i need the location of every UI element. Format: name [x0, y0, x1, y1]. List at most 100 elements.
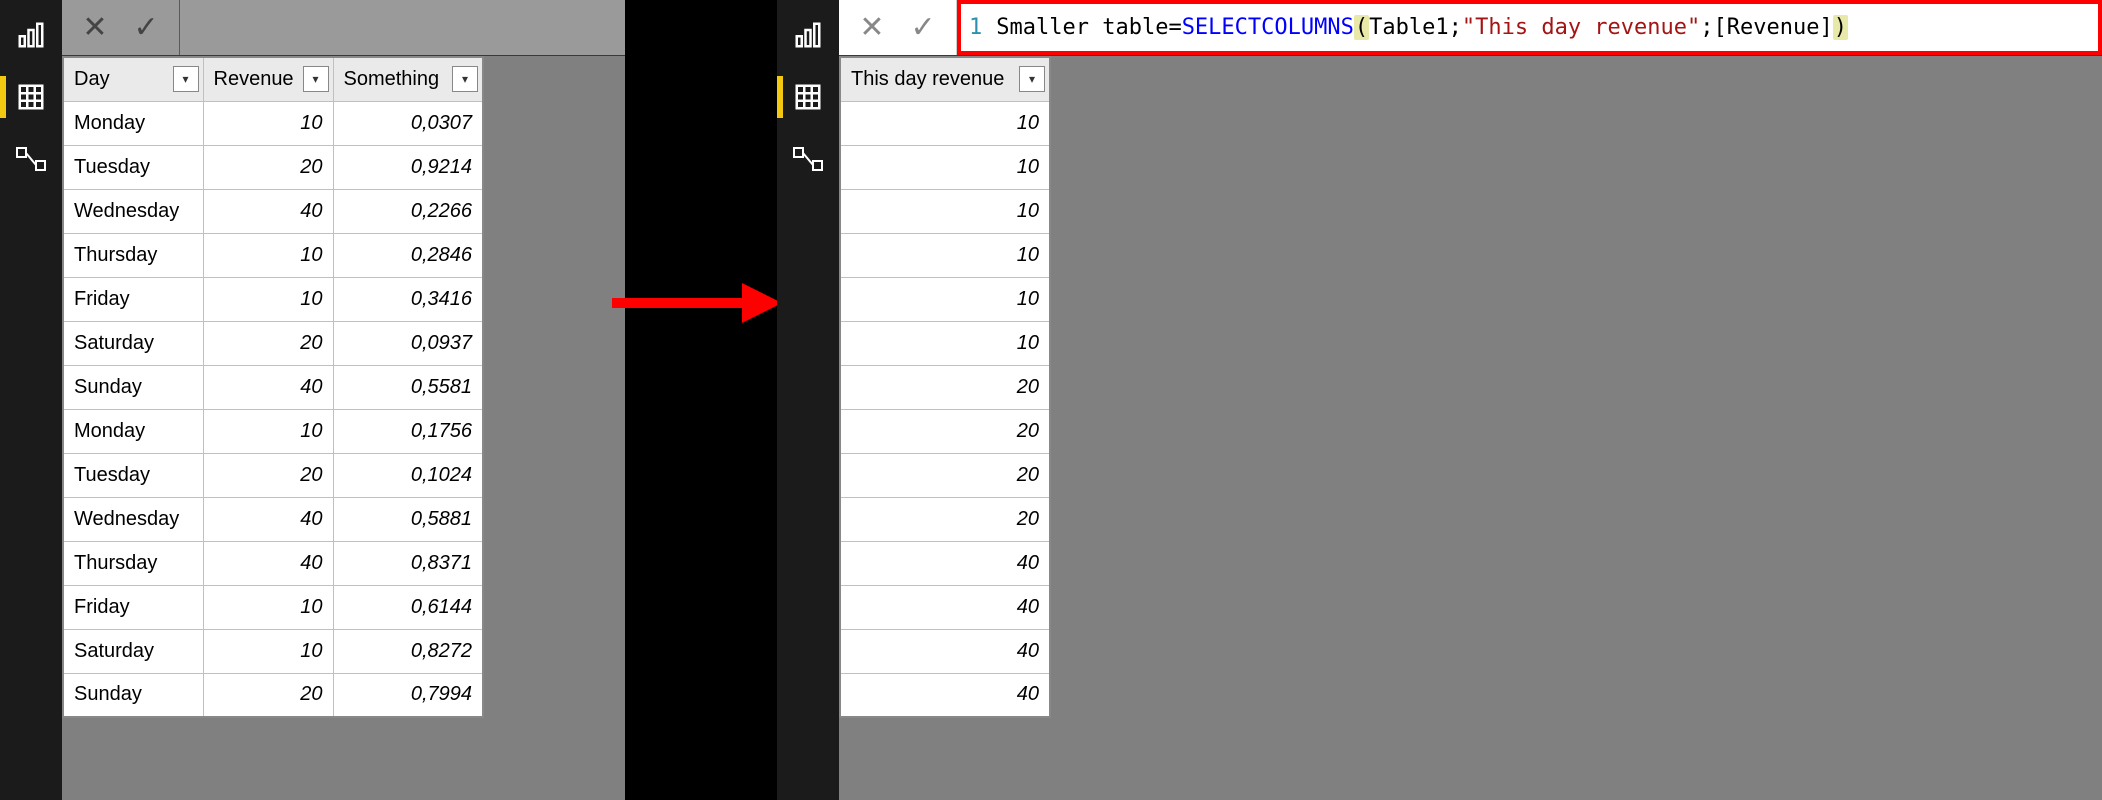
table-row[interactable]: 10	[840, 233, 1050, 277]
column-dropdown-icon[interactable]: ▾	[303, 66, 329, 92]
table-row[interactable]: 10	[840, 321, 1050, 365]
data-view-icon[interactable]	[14, 80, 48, 114]
table-row[interactable]: 40	[840, 629, 1050, 673]
table-row[interactable]: Wednesday400,2266	[63, 189, 483, 233]
formula-commit-icon[interactable]: ✓	[911, 13, 936, 43]
cell-revenue[interactable]: 20	[203, 145, 333, 189]
cell-this-day-revenue[interactable]: 10	[840, 189, 1050, 233]
model-view-icon[interactable]	[791, 142, 825, 176]
model-view-icon[interactable]	[14, 142, 48, 176]
cell-something[interactable]: 0,8272	[333, 629, 483, 673]
cell-this-day-revenue[interactable]: 40	[840, 541, 1050, 585]
report-view-icon[interactable]	[791, 18, 825, 52]
cell-this-day-revenue[interactable]: 40	[840, 629, 1050, 673]
table-row[interactable]: 10	[840, 277, 1050, 321]
cell-day[interactable]: Thursday	[63, 541, 203, 585]
table-row[interactable]: Saturday100,8272	[63, 629, 483, 673]
cell-something[interactable]: 0,2266	[333, 189, 483, 233]
cell-this-day-revenue[interactable]: 20	[840, 409, 1050, 453]
table-row[interactable]: 10	[840, 145, 1050, 189]
table-row[interactable]: Sunday400,5581	[63, 365, 483, 409]
cell-revenue[interactable]: 40	[203, 189, 333, 233]
cell-day[interactable]: Monday	[63, 101, 203, 145]
left-data-table[interactable]: Day▾Revenue▾Something▾ Monday100,0307Tue…	[62, 56, 484, 718]
table-row[interactable]: Thursday100,2846	[63, 233, 483, 277]
column-dropdown-icon[interactable]: ▾	[452, 66, 478, 92]
cell-something[interactable]: 0,3416	[333, 277, 483, 321]
cell-this-day-revenue[interactable]: 40	[840, 673, 1050, 717]
table-row[interactable]: Tuesday200,1024	[63, 453, 483, 497]
column-header[interactable]: Revenue▾	[203, 57, 333, 101]
cell-this-day-revenue[interactable]: 20	[840, 365, 1050, 409]
cell-something[interactable]: 0,0307	[333, 101, 483, 145]
cell-revenue[interactable]: 40	[203, 497, 333, 541]
cell-revenue[interactable]: 20	[203, 453, 333, 497]
table-row[interactable]: Thursday400,8371	[63, 541, 483, 585]
cell-day[interactable]: Sunday	[63, 365, 203, 409]
table-row[interactable]: 40	[840, 673, 1050, 717]
column-header[interactable]: Something▾	[333, 57, 483, 101]
cell-this-day-revenue[interactable]: 20	[840, 497, 1050, 541]
formula-input-empty[interactable]	[180, 0, 625, 55]
cell-day[interactable]: Saturday	[63, 629, 203, 673]
cell-this-day-revenue[interactable]: 10	[840, 321, 1050, 365]
table-row[interactable]: Wednesday400,5881	[63, 497, 483, 541]
table-row[interactable]: 20	[840, 497, 1050, 541]
column-header[interactable]: Day▾	[63, 57, 203, 101]
cell-revenue[interactable]: 10	[203, 233, 333, 277]
column-header[interactable]: This day revenue▾	[840, 57, 1050, 101]
cell-day[interactable]: Saturday	[63, 321, 203, 365]
cell-something[interactable]: 0,9214	[333, 145, 483, 189]
cell-day[interactable]: Tuesday	[63, 453, 203, 497]
cell-something[interactable]: 0,5881	[333, 497, 483, 541]
table-row[interactable]: Saturday200,0937	[63, 321, 483, 365]
table-row[interactable]: 40	[840, 541, 1050, 585]
column-dropdown-icon[interactable]: ▾	[173, 66, 199, 92]
cell-something[interactable]: 0,6144	[333, 585, 483, 629]
cell-revenue[interactable]: 20	[203, 321, 333, 365]
right-data-table[interactable]: This day revenue▾ 1010101010102020202040…	[839, 56, 1051, 718]
column-dropdown-icon[interactable]: ▾	[1019, 66, 1045, 92]
cell-revenue[interactable]: 20	[203, 673, 333, 717]
table-row[interactable]: Sunday200,7994	[63, 673, 483, 717]
cell-day[interactable]: Monday	[63, 409, 203, 453]
table-row[interactable]: 20	[840, 409, 1050, 453]
cell-day[interactable]: Tuesday	[63, 145, 203, 189]
table-row[interactable]: Tuesday200,9214	[63, 145, 483, 189]
formula-cancel-icon[interactable]: ✕	[82, 13, 107, 43]
table-row[interactable]: 20	[840, 365, 1050, 409]
cell-this-day-revenue[interactable]: 40	[840, 585, 1050, 629]
table-row[interactable]: Monday100,0307	[63, 101, 483, 145]
table-row[interactable]: 10	[840, 101, 1050, 145]
cell-this-day-revenue[interactable]: 20	[840, 453, 1050, 497]
table-row[interactable]: Friday100,6144	[63, 585, 483, 629]
formula-cancel-icon[interactable]: ✕	[859, 13, 884, 43]
table-row[interactable]: 10	[840, 189, 1050, 233]
cell-day[interactable]: Friday	[63, 277, 203, 321]
cell-revenue[interactable]: 10	[203, 585, 333, 629]
cell-something[interactable]: 0,0937	[333, 321, 483, 365]
table-row[interactable]: 20	[840, 453, 1050, 497]
formula-input[interactable]: 1 Smaller table = SELECTCOLUMNS ( Table1…	[957, 0, 2102, 55]
data-view-icon[interactable]	[791, 80, 825, 114]
report-view-icon[interactable]	[14, 18, 48, 52]
formula-commit-icon[interactable]: ✓	[134, 13, 159, 43]
cell-this-day-revenue[interactable]: 10	[840, 233, 1050, 277]
table-row[interactable]: Friday100,3416	[63, 277, 483, 321]
cell-something[interactable]: 0,1024	[333, 453, 483, 497]
cell-day[interactable]: Wednesday	[63, 497, 203, 541]
cell-something[interactable]: 0,2846	[333, 233, 483, 277]
cell-something[interactable]: 0,7994	[333, 673, 483, 717]
cell-this-day-revenue[interactable]: 10	[840, 101, 1050, 145]
cell-something[interactable]: 0,1756	[333, 409, 483, 453]
cell-revenue[interactable]: 10	[203, 629, 333, 673]
cell-day[interactable]: Friday	[63, 585, 203, 629]
cell-this-day-revenue[interactable]: 10	[840, 145, 1050, 189]
cell-day[interactable]: Thursday	[63, 233, 203, 277]
cell-revenue[interactable]: 40	[203, 365, 333, 409]
cell-revenue[interactable]: 40	[203, 541, 333, 585]
cell-something[interactable]: 0,5581	[333, 365, 483, 409]
cell-day[interactable]: Wednesday	[63, 189, 203, 233]
cell-something[interactable]: 0,8371	[333, 541, 483, 585]
cell-revenue[interactable]: 10	[203, 101, 333, 145]
